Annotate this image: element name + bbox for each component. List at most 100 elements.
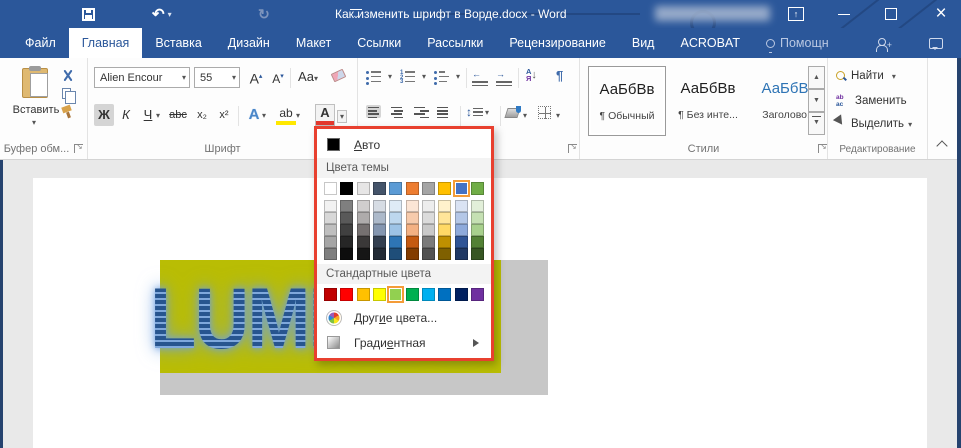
copy-icon[interactable] bbox=[62, 88, 71, 99]
subscript-button[interactable]: x₂ bbox=[192, 104, 212, 126]
color-swatch[interactable] bbox=[406, 224, 419, 236]
color-swatch[interactable] bbox=[324, 200, 337, 212]
tab-references[interactable]: Ссылки bbox=[344, 28, 414, 58]
color-swatch[interactable] bbox=[373, 212, 386, 224]
color-swatch[interactable] bbox=[422, 248, 435, 260]
highlight-dropdown[interactable]: ▾ bbox=[296, 111, 300, 120]
underline-dropdown[interactable]: ▾ bbox=[156, 111, 160, 120]
tab-review[interactable]: Рецензирование bbox=[496, 28, 619, 58]
italic-button[interactable]: К bbox=[116, 104, 136, 126]
color-swatch[interactable] bbox=[438, 200, 451, 212]
color-swatch[interactable] bbox=[438, 212, 451, 224]
align-center-button[interactable] bbox=[389, 105, 404, 118]
tab-mailings[interactable]: Рассылки bbox=[414, 28, 496, 58]
numbering-icon[interactable]: 123 bbox=[400, 70, 415, 85]
color-swatch[interactable] bbox=[357, 248, 370, 260]
text-effects-button[interactable]: A bbox=[244, 104, 264, 126]
color-swatch[interactable] bbox=[422, 224, 435, 236]
color-swatch[interactable] bbox=[357, 212, 370, 224]
color-swatch[interactable] bbox=[406, 288, 419, 301]
clipboard-dialog-launcher[interactable] bbox=[74, 144, 83, 153]
style-no-spacing[interactable]: АаБбВв ¶ Без инте... bbox=[669, 66, 747, 136]
tab-insert[interactable]: Вставка bbox=[142, 28, 214, 58]
redo-button[interactable]: ↻ bbox=[258, 0, 270, 28]
superscript-button[interactable]: x² bbox=[214, 104, 234, 126]
replace-button[interactable]: abacЗаменить bbox=[836, 94, 907, 108]
color-swatch[interactable] bbox=[455, 288, 468, 301]
clear-formatting-icon[interactable] bbox=[331, 69, 347, 83]
align-left-button[interactable] bbox=[366, 105, 381, 118]
save-button[interactable] bbox=[82, 0, 95, 28]
color-swatch[interactable] bbox=[340, 288, 353, 301]
collapse-ribbon-button[interactable] bbox=[936, 140, 947, 151]
color-swatch[interactable] bbox=[340, 236, 353, 248]
color-swatch[interactable] bbox=[455, 248, 468, 260]
color-swatch[interactable] bbox=[438, 288, 451, 301]
color-swatch[interactable] bbox=[373, 236, 386, 248]
cut-icon[interactable] bbox=[62, 70, 74, 82]
select-button[interactable]: Выделить▾ bbox=[836, 118, 912, 130]
color-swatch[interactable] bbox=[438, 182, 451, 195]
bullets-icon[interactable] bbox=[366, 70, 381, 85]
color-swatch[interactable] bbox=[340, 200, 353, 212]
tab-home[interactable]: Главная bbox=[69, 28, 143, 58]
styles-scroll-up[interactable]: ▲ bbox=[808, 66, 825, 89]
tab-file[interactable]: Файл bbox=[12, 28, 69, 58]
color-swatch[interactable] bbox=[471, 248, 484, 260]
text-effects-dropdown[interactable]: ▾ bbox=[262, 111, 266, 120]
color-swatch[interactable] bbox=[438, 224, 451, 236]
comments-icon[interactable] bbox=[929, 38, 943, 49]
font-size-combobox[interactable]: 55▾ bbox=[194, 67, 240, 88]
multilevel-list-dropdown[interactable]: ▾ bbox=[456, 72, 460, 81]
color-swatch[interactable] bbox=[373, 182, 386, 195]
shrink-font-button[interactable]: A▾ bbox=[268, 66, 288, 88]
color-swatch[interactable] bbox=[406, 212, 419, 224]
color-swatch[interactable] bbox=[422, 182, 435, 195]
color-swatch[interactable] bbox=[471, 224, 484, 236]
color-swatch[interactable] bbox=[422, 200, 435, 212]
gradient-item[interactable]: Градиентная bbox=[317, 330, 491, 355]
multilevel-list-icon[interactable] bbox=[434, 70, 449, 85]
font-color-button[interactable]: A bbox=[316, 105, 334, 125]
color-swatch[interactable] bbox=[324, 248, 337, 260]
font-name-combobox[interactable]: Alien Encour▾ bbox=[94, 67, 190, 88]
color-swatch[interactable] bbox=[324, 182, 337, 195]
tab-acrobat[interactable]: ACROBAT bbox=[667, 28, 753, 58]
color-swatch[interactable] bbox=[373, 288, 386, 301]
chevron-down-icon[interactable]: ▾ bbox=[32, 118, 36, 127]
color-swatch[interactable] bbox=[340, 248, 353, 260]
color-swatch[interactable] bbox=[406, 236, 419, 248]
styles-more-button[interactable]: ▼ bbox=[808, 112, 825, 135]
color-swatch[interactable] bbox=[406, 200, 419, 212]
color-swatch[interactable] bbox=[455, 236, 468, 248]
sign-in-icon[interactable]: + bbox=[876, 38, 887, 49]
color-swatch[interactable] bbox=[422, 288, 435, 301]
color-swatch[interactable] bbox=[357, 224, 370, 236]
color-swatch[interactable] bbox=[471, 200, 484, 212]
color-swatch[interactable] bbox=[438, 236, 451, 248]
color-swatch[interactable] bbox=[389, 200, 402, 212]
close-button[interactable]: × bbox=[929, 1, 953, 27]
paragraph-dialog-launcher[interactable] bbox=[568, 144, 577, 153]
paste-button[interactable]: Вставить bbox=[8, 104, 64, 116]
color-swatch[interactable] bbox=[455, 224, 468, 236]
color-swatch[interactable] bbox=[422, 236, 435, 248]
color-swatch[interactable] bbox=[340, 224, 353, 236]
color-swatch[interactable] bbox=[357, 182, 370, 195]
color-swatch[interactable] bbox=[422, 212, 435, 224]
paste-icon[interactable] bbox=[22, 68, 48, 98]
color-swatch[interactable] bbox=[406, 182, 419, 195]
increase-indent-icon[interactable]: → bbox=[496, 69, 512, 82]
maximize-button[interactable] bbox=[885, 8, 897, 20]
tab-layout[interactable]: Макет bbox=[283, 28, 344, 58]
bullets-dropdown[interactable]: ▾ bbox=[388, 72, 392, 81]
shading-dropdown[interactable]: ▾ bbox=[523, 111, 527, 120]
color-swatch[interactable] bbox=[373, 224, 386, 236]
color-swatch[interactable] bbox=[357, 236, 370, 248]
color-swatch[interactable] bbox=[406, 248, 419, 260]
shading-icon[interactable] bbox=[506, 106, 520, 118]
color-swatch[interactable] bbox=[324, 236, 337, 248]
format-painter-icon[interactable] bbox=[61, 106, 72, 118]
color-swatch[interactable] bbox=[471, 288, 484, 301]
strikethrough-button[interactable]: abc bbox=[168, 104, 188, 126]
